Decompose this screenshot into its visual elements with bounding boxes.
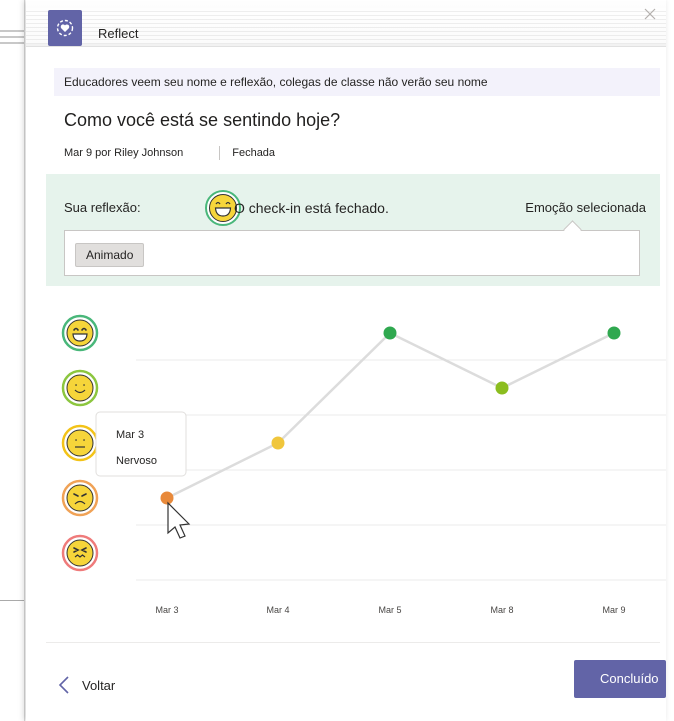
back-button[interactable]: Voltar bbox=[58, 676, 115, 694]
background-app-edge bbox=[0, 0, 25, 721]
data-point[interactable] bbox=[607, 326, 621, 340]
app-title: Reflect bbox=[98, 26, 139, 41]
excited-face-icon bbox=[61, 314, 99, 352]
date-author: Mar 9 por Riley Johnson bbox=[64, 147, 184, 159]
data-point[interactable] bbox=[495, 381, 509, 395]
question-meta: Mar 9 por Riley Johnson Fechada bbox=[64, 146, 275, 160]
back-label: Voltar bbox=[82, 677, 116, 693]
status-text: Fechada bbox=[232, 147, 276, 159]
close-icon[interactable] bbox=[642, 6, 658, 22]
data-point[interactable] bbox=[271, 436, 285, 450]
data-tooltip: Mar 3 Nervoso bbox=[95, 411, 187, 477]
reflect-dialog: Reflect Educadores veem seu nome e refle… bbox=[26, 0, 666, 721]
checkin-status: O check-in está fechado. bbox=[234, 200, 389, 216]
mouse-cursor-icon bbox=[167, 501, 191, 539]
page-title: Como você está se sentindo hoje? bbox=[64, 110, 341, 130]
neutral-face-icon bbox=[61, 424, 99, 462]
sad-face-icon bbox=[61, 479, 99, 517]
x-tick-label: Mar 9 bbox=[602, 605, 625, 615]
done-button[interactable]: Concluído bbox=[574, 660, 666, 698]
reflection-label: Sua reflexão: bbox=[64, 200, 141, 215]
selected-emotion-label: Emoção selecionada bbox=[525, 200, 646, 215]
emotion-chart: Mar 3 Mar 4 Mar 5 Mar 8 Mar 9 Mar 3 Nervoso bbox=[61, 314, 666, 615]
data-point[interactable] bbox=[383, 326, 397, 340]
tooltip-date: Mar 3 bbox=[116, 429, 144, 441]
x-tick-label: Mar 5 bbox=[378, 605, 401, 615]
x-tick-label: Mar 8 bbox=[490, 605, 513, 615]
title-bar: Reflect bbox=[26, 0, 666, 47]
happy-face-icon bbox=[61, 369, 99, 407]
reflect-app-icon bbox=[48, 10, 82, 46]
emotion-chip: Animado bbox=[75, 243, 145, 267]
selected-emotion-box: Animado bbox=[64, 230, 640, 276]
chevron-left-icon bbox=[58, 676, 69, 694]
reflection-panel: Sua reflexão: O check-in está fechado. E… bbox=[46, 174, 660, 286]
distressed-face-icon bbox=[61, 534, 99, 572]
x-tick-label: Mar 3 bbox=[155, 605, 178, 615]
tooltip-emotion: Nervoso bbox=[116, 455, 157, 467]
data-point[interactable] bbox=[160, 491, 174, 505]
privacy-notice: Educadores veem seu nome e reflexão, col… bbox=[54, 68, 660, 96]
x-tick-label: Mar 4 bbox=[266, 605, 289, 615]
